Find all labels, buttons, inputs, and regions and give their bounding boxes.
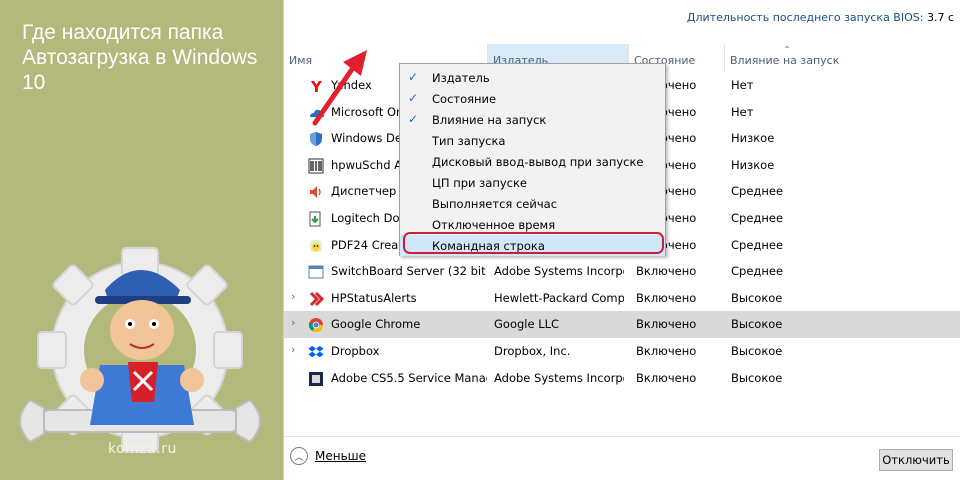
menu-item-label: Состояние bbox=[432, 92, 497, 106]
row-name: HPStatusAlerts bbox=[331, 290, 417, 305]
footer-bar: ︿ Меньше Отключить bbox=[284, 436, 960, 480]
row-status: Включено bbox=[636, 317, 697, 332]
menu-item-label: Влияние на запуск bbox=[432, 113, 547, 127]
menu-item-label: ЦП при запуске bbox=[432, 176, 528, 190]
menu-item[interactable]: Выполняется сейчас bbox=[400, 193, 665, 214]
row-status: Включено bbox=[636, 370, 697, 385]
site-watermark: komza.ru bbox=[108, 441, 177, 457]
row-name: Adobe CS5.5 Service Manager bbox=[331, 370, 487, 385]
checkmark-icon: ✓ bbox=[408, 70, 419, 84]
app-window-icon bbox=[308, 264, 324, 280]
adobe-icon bbox=[308, 371, 324, 387]
row-impact: Низкое bbox=[731, 157, 775, 172]
row-name: Google Chrome bbox=[331, 317, 421, 332]
row-name: Dropbox bbox=[331, 343, 380, 358]
row-status: Включено bbox=[636, 343, 697, 358]
row-impact: Низкое bbox=[731, 131, 775, 146]
row-impact: Среднее bbox=[731, 237, 784, 252]
bios-duration: Длительность последнего запуска BIOS: 3.… bbox=[687, 11, 954, 24]
mechanic-logo-icon bbox=[19, 247, 261, 453]
table-row[interactable]: › Dropbox Dropbox, Inc. Включено Высокое bbox=[284, 338, 960, 365]
bios-label: Длительность последнего запуска BIOS: bbox=[686, 11, 924, 24]
checkmark-icon: ✓ bbox=[408, 112, 419, 126]
menu-item[interactable]: ✓ Издатель bbox=[400, 67, 665, 88]
menu-item[interactable]: Командная строка bbox=[400, 235, 665, 256]
row-impact: Нет bbox=[731, 78, 754, 92]
row-publisher: Google LLC bbox=[494, 317, 560, 332]
defender-icon bbox=[308, 131, 324, 147]
disable-button[interactable]: Отключить bbox=[879, 449, 953, 471]
hp-alerts-icon bbox=[308, 291, 324, 307]
row-impact: Среднее bbox=[731, 184, 784, 199]
expand-chevron-icon[interactable]: › bbox=[291, 316, 295, 329]
menu-item[interactable]: Отключенное время bbox=[400, 214, 665, 235]
row-publisher: Adobe Systems Incorpor... bbox=[494, 370, 624, 385]
table-row[interactable]: SwitchBoard Server (32 bit) Adobe Systems… bbox=[284, 258, 960, 285]
checkmark-icon: ✓ bbox=[408, 91, 419, 105]
dropbox-icon bbox=[308, 344, 324, 360]
row-impact: Высокое bbox=[731, 317, 783, 332]
menu-item-label: Дисковый ввод-вывод при запуске bbox=[432, 155, 644, 169]
column-context-menu: ✓ Издатель ✓ Состояние ✓ Влияние на запуск Тип… bbox=[399, 63, 666, 256]
fewer-details-label: Меньше bbox=[315, 449, 367, 463]
menu-item-label: Выполняется сейчас bbox=[432, 197, 558, 211]
svg-text:Y: Y bbox=[310, 78, 323, 94]
table-row[interactable]: Adobe CS5.5 Service Manager Adobe Systems… bbox=[284, 365, 960, 392]
row-publisher: Hewlett-Packard Comp... bbox=[494, 290, 624, 305]
row-status: Включено bbox=[636, 290, 697, 305]
menu-item[interactable]: Дисковый ввод-вывод при запуске bbox=[400, 151, 665, 172]
menu-item-label: Командная строка bbox=[432, 239, 545, 253]
expand-chevron-icon[interactable]: › bbox=[291, 343, 295, 356]
row-impact: Среднее bbox=[731, 264, 784, 279]
pdf24-icon bbox=[308, 238, 324, 254]
menu-item-label: Отключенное время bbox=[432, 218, 556, 232]
row-impact: Высокое bbox=[731, 343, 783, 358]
onedrive-icon bbox=[308, 105, 324, 121]
expand-chevron-icon[interactable]: › bbox=[291, 290, 295, 303]
speaker-icon bbox=[308, 184, 324, 200]
hp-update-icon bbox=[308, 158, 324, 174]
fewer-details-button[interactable]: ︿ Меньше bbox=[290, 447, 366, 465]
row-publisher: Dropbox, Inc. bbox=[494, 343, 571, 358]
menu-item-label: Тип запуска bbox=[432, 134, 506, 148]
column-header-impact[interactable]: ⌃ Влияние на запуск bbox=[725, 44, 960, 72]
chevron-up-icon: ︿ bbox=[290, 447, 308, 465]
yandex-icon: Y bbox=[308, 78, 324, 94]
row-name: SwitchBoard Server (32 bit) bbox=[331, 264, 487, 279]
table-row[interactable]: › Google Chrome Google LLC Включено Высокое bbox=[284, 311, 960, 338]
promo-panel: Где находится папка Автозагрузка в Windo… bbox=[0, 0, 283, 480]
promo-title: Где находится папка Автозагрузка в Windo… bbox=[22, 21, 258, 94]
menu-item-label: Издатель bbox=[432, 71, 490, 85]
menu-item[interactable]: Тип запуска bbox=[400, 130, 665, 151]
logitech-icon bbox=[308, 211, 324, 227]
row-publisher: Adobe Systems Incorpor... bbox=[494, 264, 624, 279]
row-impact: Высокое bbox=[731, 370, 783, 385]
table-row[interactable]: › HPStatusAlerts Hewlett-Packard Comp... Вк… bbox=[284, 285, 960, 312]
menu-item[interactable]: ✓ Влияние на запуск bbox=[400, 109, 665, 130]
sort-up-icon: ⌃ bbox=[783, 45, 792, 56]
row-impact: Высокое bbox=[731, 290, 783, 305]
bios-value: 3.7 с bbox=[926, 11, 954, 24]
menu-item[interactable]: ЦП при запуске bbox=[400, 172, 665, 193]
menu-item[interactable]: ✓ Состояние bbox=[400, 88, 665, 109]
chrome-icon bbox=[308, 317, 324, 333]
row-impact: Среднее bbox=[731, 210, 784, 225]
row-status: Включено bbox=[636, 264, 697, 279]
row-impact: Нет bbox=[731, 104, 754, 119]
